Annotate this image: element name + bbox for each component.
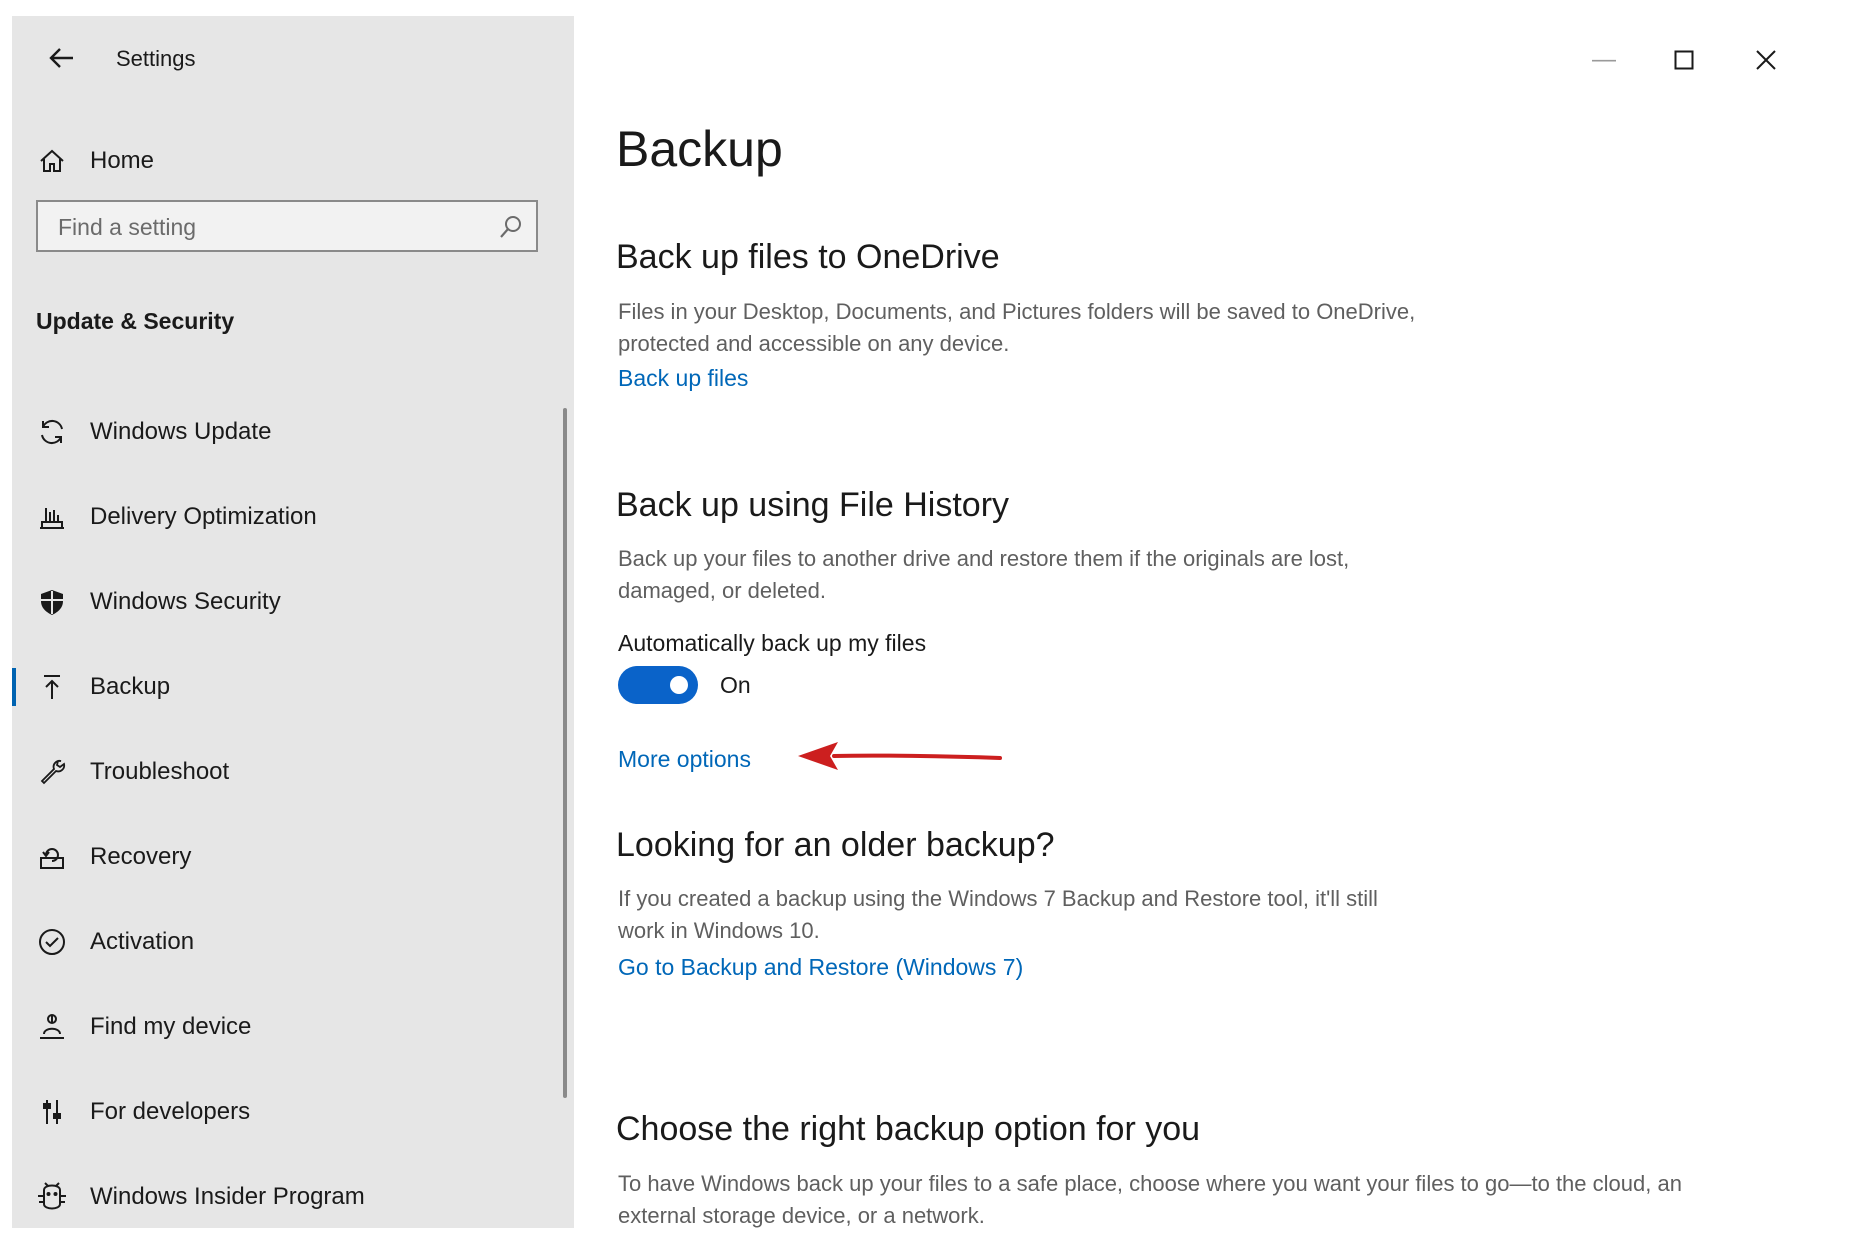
sidebar-item-find-my-device[interactable]: Find my device bbox=[12, 992, 562, 1062]
sidebar-item-windows-security[interactable]: Windows Security bbox=[12, 567, 562, 637]
wrench-icon bbox=[34, 754, 70, 790]
onedrive-description: Files in your Desktop, Documents, and Pi… bbox=[618, 299, 1416, 356]
onedrive-heading: Back up files to OneDrive bbox=[616, 238, 1000, 276]
file-history-description: Back up your files to another drive and … bbox=[618, 546, 1350, 603]
active-indicator bbox=[12, 668, 16, 706]
maximize-icon bbox=[1674, 50, 1694, 70]
check-circle-icon bbox=[34, 924, 70, 960]
search-icon[interactable] bbox=[498, 214, 524, 240]
sidebar-item-backup[interactable]: Backup bbox=[12, 652, 562, 722]
sidebar-scrollbar[interactable] bbox=[563, 408, 567, 1098]
sidebar-item-activation[interactable]: Activation bbox=[12, 907, 562, 977]
sidebar-item-recovery[interactable]: Recovery bbox=[12, 822, 562, 892]
search-input[interactable] bbox=[56, 202, 480, 252]
sync-icon bbox=[34, 414, 70, 450]
shield-icon bbox=[34, 584, 70, 620]
sidebar-item-label: Windows Insider Program bbox=[90, 1183, 365, 1210]
sidebar-item-label: For developers bbox=[90, 1098, 251, 1125]
choose-backup-description: To have Windows back up your files to a … bbox=[618, 1171, 1682, 1228]
search-box bbox=[36, 200, 538, 252]
minimize-button[interactable]: — bbox=[1576, 32, 1632, 88]
page-title: Backup bbox=[616, 121, 783, 177]
maximize-button[interactable] bbox=[1656, 32, 1712, 88]
sidebar-item-label: Troubleshoot bbox=[90, 758, 230, 785]
close-button[interactable] bbox=[1738, 32, 1794, 88]
section-header: Update & Security bbox=[36, 308, 235, 334]
sidebar-item-windows-insider-program[interactable]: Windows Insider Program bbox=[12, 1162, 562, 1228]
more-options-link[interactable]: More options bbox=[618, 746, 751, 773]
sidebar-item-label: Home bbox=[90, 147, 155, 174]
toggle-state-text: On bbox=[720, 672, 751, 698]
home-icon bbox=[34, 143, 70, 179]
older-backup-heading: Looking for an older backup? bbox=[616, 826, 1055, 864]
delivery-optimization-icon bbox=[34, 499, 70, 535]
recovery-icon bbox=[34, 839, 70, 875]
choose-backup-heading: Choose the right backup option for you bbox=[616, 1110, 1201, 1148]
sidebar-item-label: Windows Security bbox=[90, 588, 281, 615]
sidebar-item-delivery-optimization[interactable]: Delivery Optimization bbox=[12, 482, 562, 552]
app-title: Settings bbox=[116, 46, 196, 71]
sidebar-item-label: Activation bbox=[90, 928, 195, 955]
sidebar: Settings Home Update & Security bbox=[12, 16, 574, 1228]
insider-icon bbox=[34, 1179, 70, 1215]
back-arrow-icon bbox=[49, 48, 73, 68]
developer-sliders-icon bbox=[34, 1094, 70, 1130]
sidebar-item-label: Recovery bbox=[90, 843, 192, 870]
settings-window: Settings Home Update & Security bbox=[12, 16, 1842, 1228]
auto-backup-label: Automatically back up my files bbox=[618, 630, 927, 656]
person-location-icon bbox=[34, 1009, 70, 1045]
older-backup-description: If you created a backup using the Window… bbox=[618, 886, 1378, 943]
back-up-files-link[interactable]: Back up files bbox=[618, 365, 748, 392]
close-icon bbox=[1756, 50, 1776, 70]
sidebar-item-label: Backup bbox=[90, 673, 171, 700]
sidebar-item-label: Delivery Optimization bbox=[90, 503, 317, 530]
annotation-arrow-icon bbox=[798, 742, 1002, 770]
backup-arrow-up-icon bbox=[34, 669, 70, 705]
backup-restore-windows7-link[interactable]: Go to Backup and Restore (Windows 7) bbox=[618, 954, 1023, 981]
sidebar-item-troubleshoot[interactable]: Troubleshoot bbox=[12, 737, 562, 807]
sidebar-item-label: Windows Update bbox=[90, 418, 272, 445]
main-content: — Backup Back up files to OneDrive Files… bbox=[574, 16, 1842, 1228]
back-button[interactable] bbox=[32, 30, 92, 86]
sidebar-item-home[interactable]: Home bbox=[12, 126, 562, 196]
toggle-knob bbox=[670, 676, 688, 694]
minimize-icon: — bbox=[1592, 46, 1616, 73]
sidebar-item-windows-update[interactable]: Windows Update bbox=[12, 397, 562, 467]
file-history-heading: Back up using File History bbox=[616, 486, 1010, 524]
auto-backup-toggle[interactable] bbox=[618, 666, 698, 704]
sidebar-item-label: Find my device bbox=[90, 1013, 252, 1040]
sidebar-item-for-developers[interactable]: For developers bbox=[12, 1077, 562, 1147]
